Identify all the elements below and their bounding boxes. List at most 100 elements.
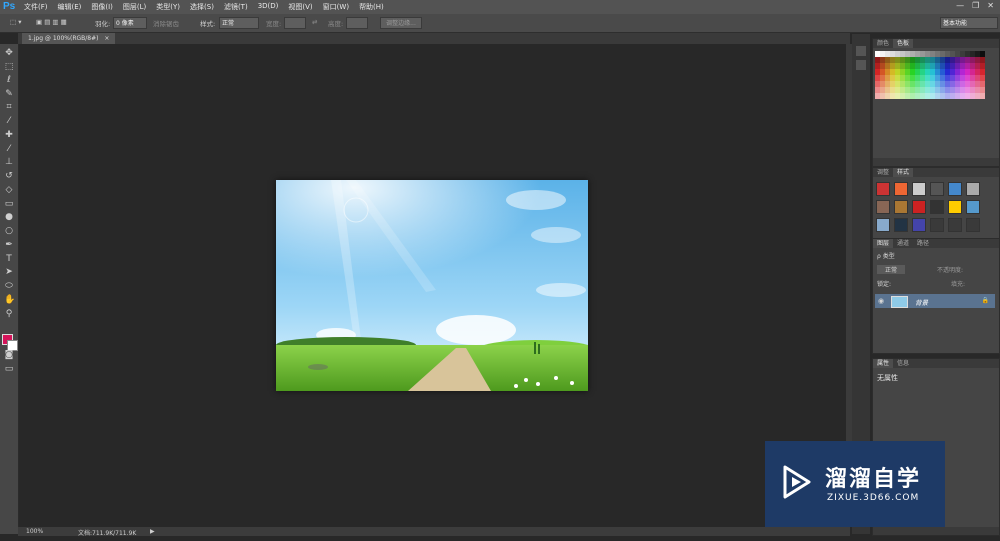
menu-filter[interactable]: 滤镜(T) — [224, 2, 248, 12]
history-panel-icon[interactable] — [856, 46, 866, 56]
tab-properties[interactable]: 属性 — [873, 359, 894, 368]
healing-icon[interactable]: ✚ — [4, 130, 14, 140]
pen-icon[interactable]: ✒ — [4, 240, 14, 250]
menu-view[interactable]: 视图(V) — [288, 2, 312, 12]
document-tab-title: 1.jpg @ 100%(RGB/8#) — [28, 35, 99, 42]
style-label: 样式: — [200, 20, 216, 28]
swatch-grid[interactable] — [875, 51, 985, 99]
refine-edge-button[interactable]: 调整边缘... — [380, 17, 422, 29]
minimize-button[interactable]: — — [956, 1, 964, 10]
layer-kind-filter[interactable]: ρ 类型 — [877, 251, 895, 260]
close-tab-icon[interactable]: × — [104, 35, 109, 42]
tab-info[interactable]: 信息 — [893, 359, 913, 368]
tab-styles[interactable]: 样式 — [893, 168, 914, 177]
style-preset[interactable] — [894, 218, 908, 232]
type-icon[interactable]: T — [4, 254, 14, 264]
menu-3d[interactable]: 3D(D) — [258, 2, 279, 12]
path-select-icon[interactable]: ➤ — [4, 267, 14, 277]
quick-mask-icon[interactable]: ◙ — [4, 350, 14, 360]
style-preset[interactable] — [948, 218, 962, 232]
layers-panel: 图层 通道 路径 ρ 类型 正常 不透明度: 锁定: 填充: ◉ 背景 🔒 — [872, 238, 1000, 354]
feather-value: 0 像素 — [116, 20, 134, 27]
menu-type[interactable]: 类型(Y) — [156, 2, 180, 12]
menu-window[interactable]: 窗口(W) — [323, 2, 349, 12]
menu-layer[interactable]: 图层(L) — [123, 2, 146, 12]
style-grid[interactable] — [876, 182, 980, 232]
properties-panel-icon[interactable] — [856, 60, 866, 70]
style-preset[interactable] — [876, 200, 890, 214]
history-brush-icon[interactable]: ↺ — [4, 171, 14, 181]
layers-footer-icons[interactable] — [873, 527, 999, 535]
stamp-icon[interactable]: ⊥ — [4, 157, 14, 167]
feather-input[interactable]: 0 像素 — [113, 17, 147, 29]
layer-name[interactable]: 背景 — [915, 297, 928, 307]
marquee-preset-icon[interactable]: ⬚ ▾ — [10, 18, 21, 26]
move-icon[interactable]: ✥ — [4, 48, 14, 58]
style-preset[interactable] — [948, 182, 962, 196]
height-label: 高度: — [328, 20, 344, 28]
style-preset[interactable] — [930, 218, 944, 232]
tab-layers[interactable]: 图层 — [873, 239, 894, 248]
brush-icon[interactable]: ⁄ — [4, 144, 14, 154]
height-input[interactable] — [346, 17, 368, 29]
tab-color[interactable]: 颜色 — [873, 39, 893, 48]
style-select[interactable]: 正常 — [219, 17, 259, 29]
tab-swatches[interactable]: 色板 — [893, 39, 914, 48]
document-canvas[interactable] — [276, 180, 588, 391]
close-button[interactable]: ✕ — [987, 1, 994, 10]
width-input[interactable] — [284, 17, 306, 29]
zoom-icon[interactable]: ⚲ — [4, 309, 14, 319]
color-swatch[interactable] — [980, 93, 985, 99]
blend-mode-select[interactable]: 正常 — [877, 265, 906, 274]
style-preset[interactable] — [948, 200, 962, 214]
hand-icon[interactable]: ✋ — [4, 295, 15, 305]
menu-image[interactable]: 图像(I) — [91, 2, 113, 12]
antialias-checkbox[interactable]: 消除锯齿 — [153, 18, 179, 28]
style-preset[interactable] — [966, 182, 980, 196]
swap-icon[interactable]: ⇄ — [312, 18, 317, 26]
blur-icon[interactable]: ● — [4, 212, 14, 222]
zoom-level[interactable]: 100% — [26, 528, 43, 535]
visibility-eye-icon[interactable]: ◉ — [878, 297, 884, 305]
style-preset[interactable] — [930, 182, 944, 196]
feather-label: 羽化: — [95, 20, 111, 28]
eyedropper-icon[interactable]: ⁄ — [4, 116, 14, 126]
selection-mode-icons[interactable]: ▣ ▤ ▥ ▦ — [36, 18, 67, 26]
marquee-icon[interactable]: ⬚ — [4, 62, 14, 72]
menu-edit[interactable]: 编辑(E) — [58, 2, 82, 12]
tab-adjustments[interactable]: 调整 — [873, 168, 893, 177]
restore-button[interactable]: ❐ — [972, 1, 979, 10]
document-tab-row: 1.jpg @ 100%(RGB/8#) × — [18, 33, 850, 44]
fill-label: 填充: — [951, 281, 966, 288]
menu-file[interactable]: 文件(F) — [24, 2, 48, 12]
quick-select-icon[interactable]: ✎ — [4, 89, 14, 99]
status-menu-arrow[interactable]: ▶ — [150, 528, 155, 535]
status-bar: 100% 文档:711.9K/711.9K ▶ — [18, 527, 850, 537]
gradient-icon[interactable]: ▭ — [4, 199, 14, 209]
style-preset[interactable] — [876, 182, 890, 196]
document-tab[interactable]: 1.jpg @ 100%(RGB/8#) × — [22, 33, 116, 44]
shape-icon[interactable]: ⬭ — [4, 281, 14, 291]
main-menu: 文件(F) 编辑(E) 图像(I) 图层(L) 类型(Y) 选择(S) 滤镜(T… — [24, 2, 384, 12]
style-preset[interactable] — [894, 200, 908, 214]
tab-channels[interactable]: 通道 — [893, 239, 913, 248]
lasso-icon[interactable]: ℓ — [4, 75, 14, 85]
workspace-select[interactable]: 基本功能 — [940, 17, 998, 29]
layer-row[interactable]: ◉ 背景 🔒 — [875, 294, 995, 308]
style-preset[interactable] — [912, 218, 926, 232]
tab-paths[interactable]: 路径 — [913, 239, 933, 248]
style-preset[interactable] — [894, 182, 908, 196]
eraser-icon[interactable]: ◇ — [4, 185, 14, 195]
style-preset[interactable] — [912, 182, 926, 196]
style-preset[interactable] — [930, 200, 944, 214]
style-preset[interactable] — [966, 200, 980, 214]
style-preset[interactable] — [966, 218, 980, 232]
screen-mode-icon[interactable]: ▭ — [4, 364, 14, 374]
watermark-badge: 溜溜自学 ZIXUE.3D66.COM — [765, 441, 945, 527]
dodge-icon[interactable]: ○ — [4, 226, 14, 236]
crop-icon[interactable]: ⌗ — [4, 102, 14, 112]
menu-help[interactable]: 帮助(H) — [359, 2, 384, 12]
style-preset[interactable] — [876, 218, 890, 232]
style-preset[interactable] — [912, 200, 926, 214]
menu-select[interactable]: 选择(S) — [190, 2, 214, 12]
